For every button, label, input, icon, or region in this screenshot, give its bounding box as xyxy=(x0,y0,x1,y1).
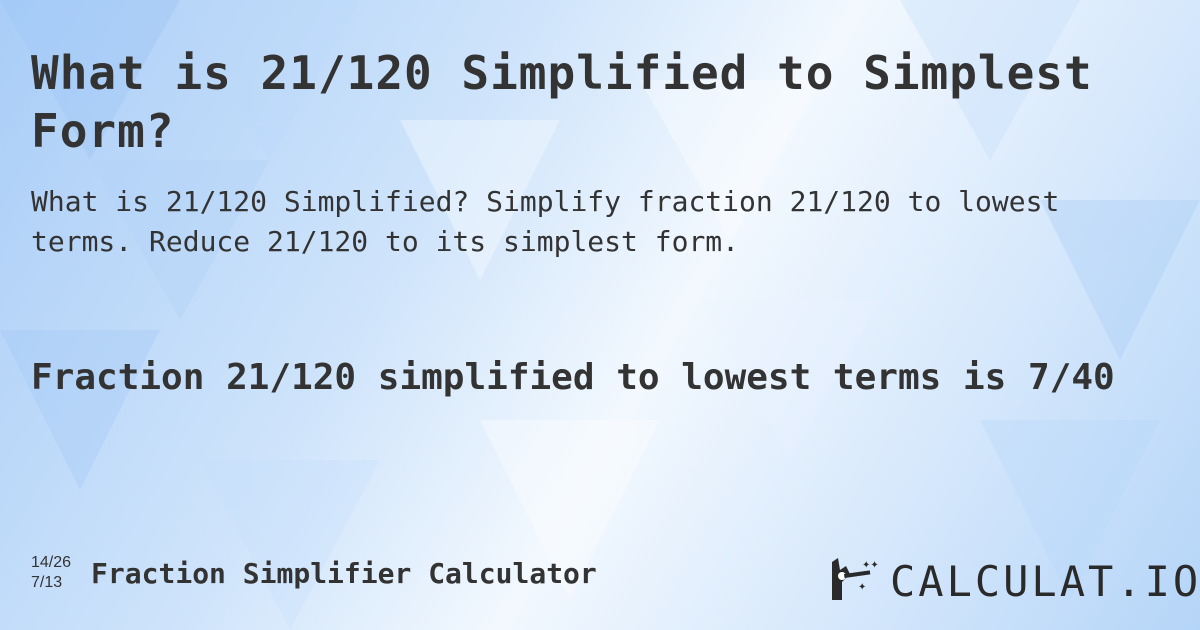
magic-wand-hand-icon: ✦✦ ✦ xyxy=(828,556,880,606)
svg-text:✦✦: ✦✦ xyxy=(862,560,879,571)
calculat-io-logo[interactable]: ✦✦ ✦ CALCULAT.IO xyxy=(828,556,1200,606)
calculator-name: Fraction Simplifier Calculator xyxy=(91,556,597,590)
answer-text: Fraction 21/120 simplified to lowest ter… xyxy=(31,357,1115,398)
mini-fraction-bottom: 7/13 xyxy=(31,574,63,591)
card: What is 21/120 Simplified to Simplest Fo… xyxy=(0,0,1200,630)
svg-text:✦: ✦ xyxy=(858,582,866,593)
page-subtitle: What is 21/120 Simplified? Simplify frac… xyxy=(31,185,1060,258)
calculator-footer: 14/26 7/13 Fraction Simplifier Calculato… xyxy=(31,553,597,593)
mini-fraction-top: 14/26 xyxy=(31,554,72,571)
logo-text: CALCULAT.IO xyxy=(890,556,1200,606)
page-title: What is 21/120 Simplified to Simplest Fo… xyxy=(31,46,1093,158)
fraction-icon: 14/26 7/13 xyxy=(31,553,71,593)
